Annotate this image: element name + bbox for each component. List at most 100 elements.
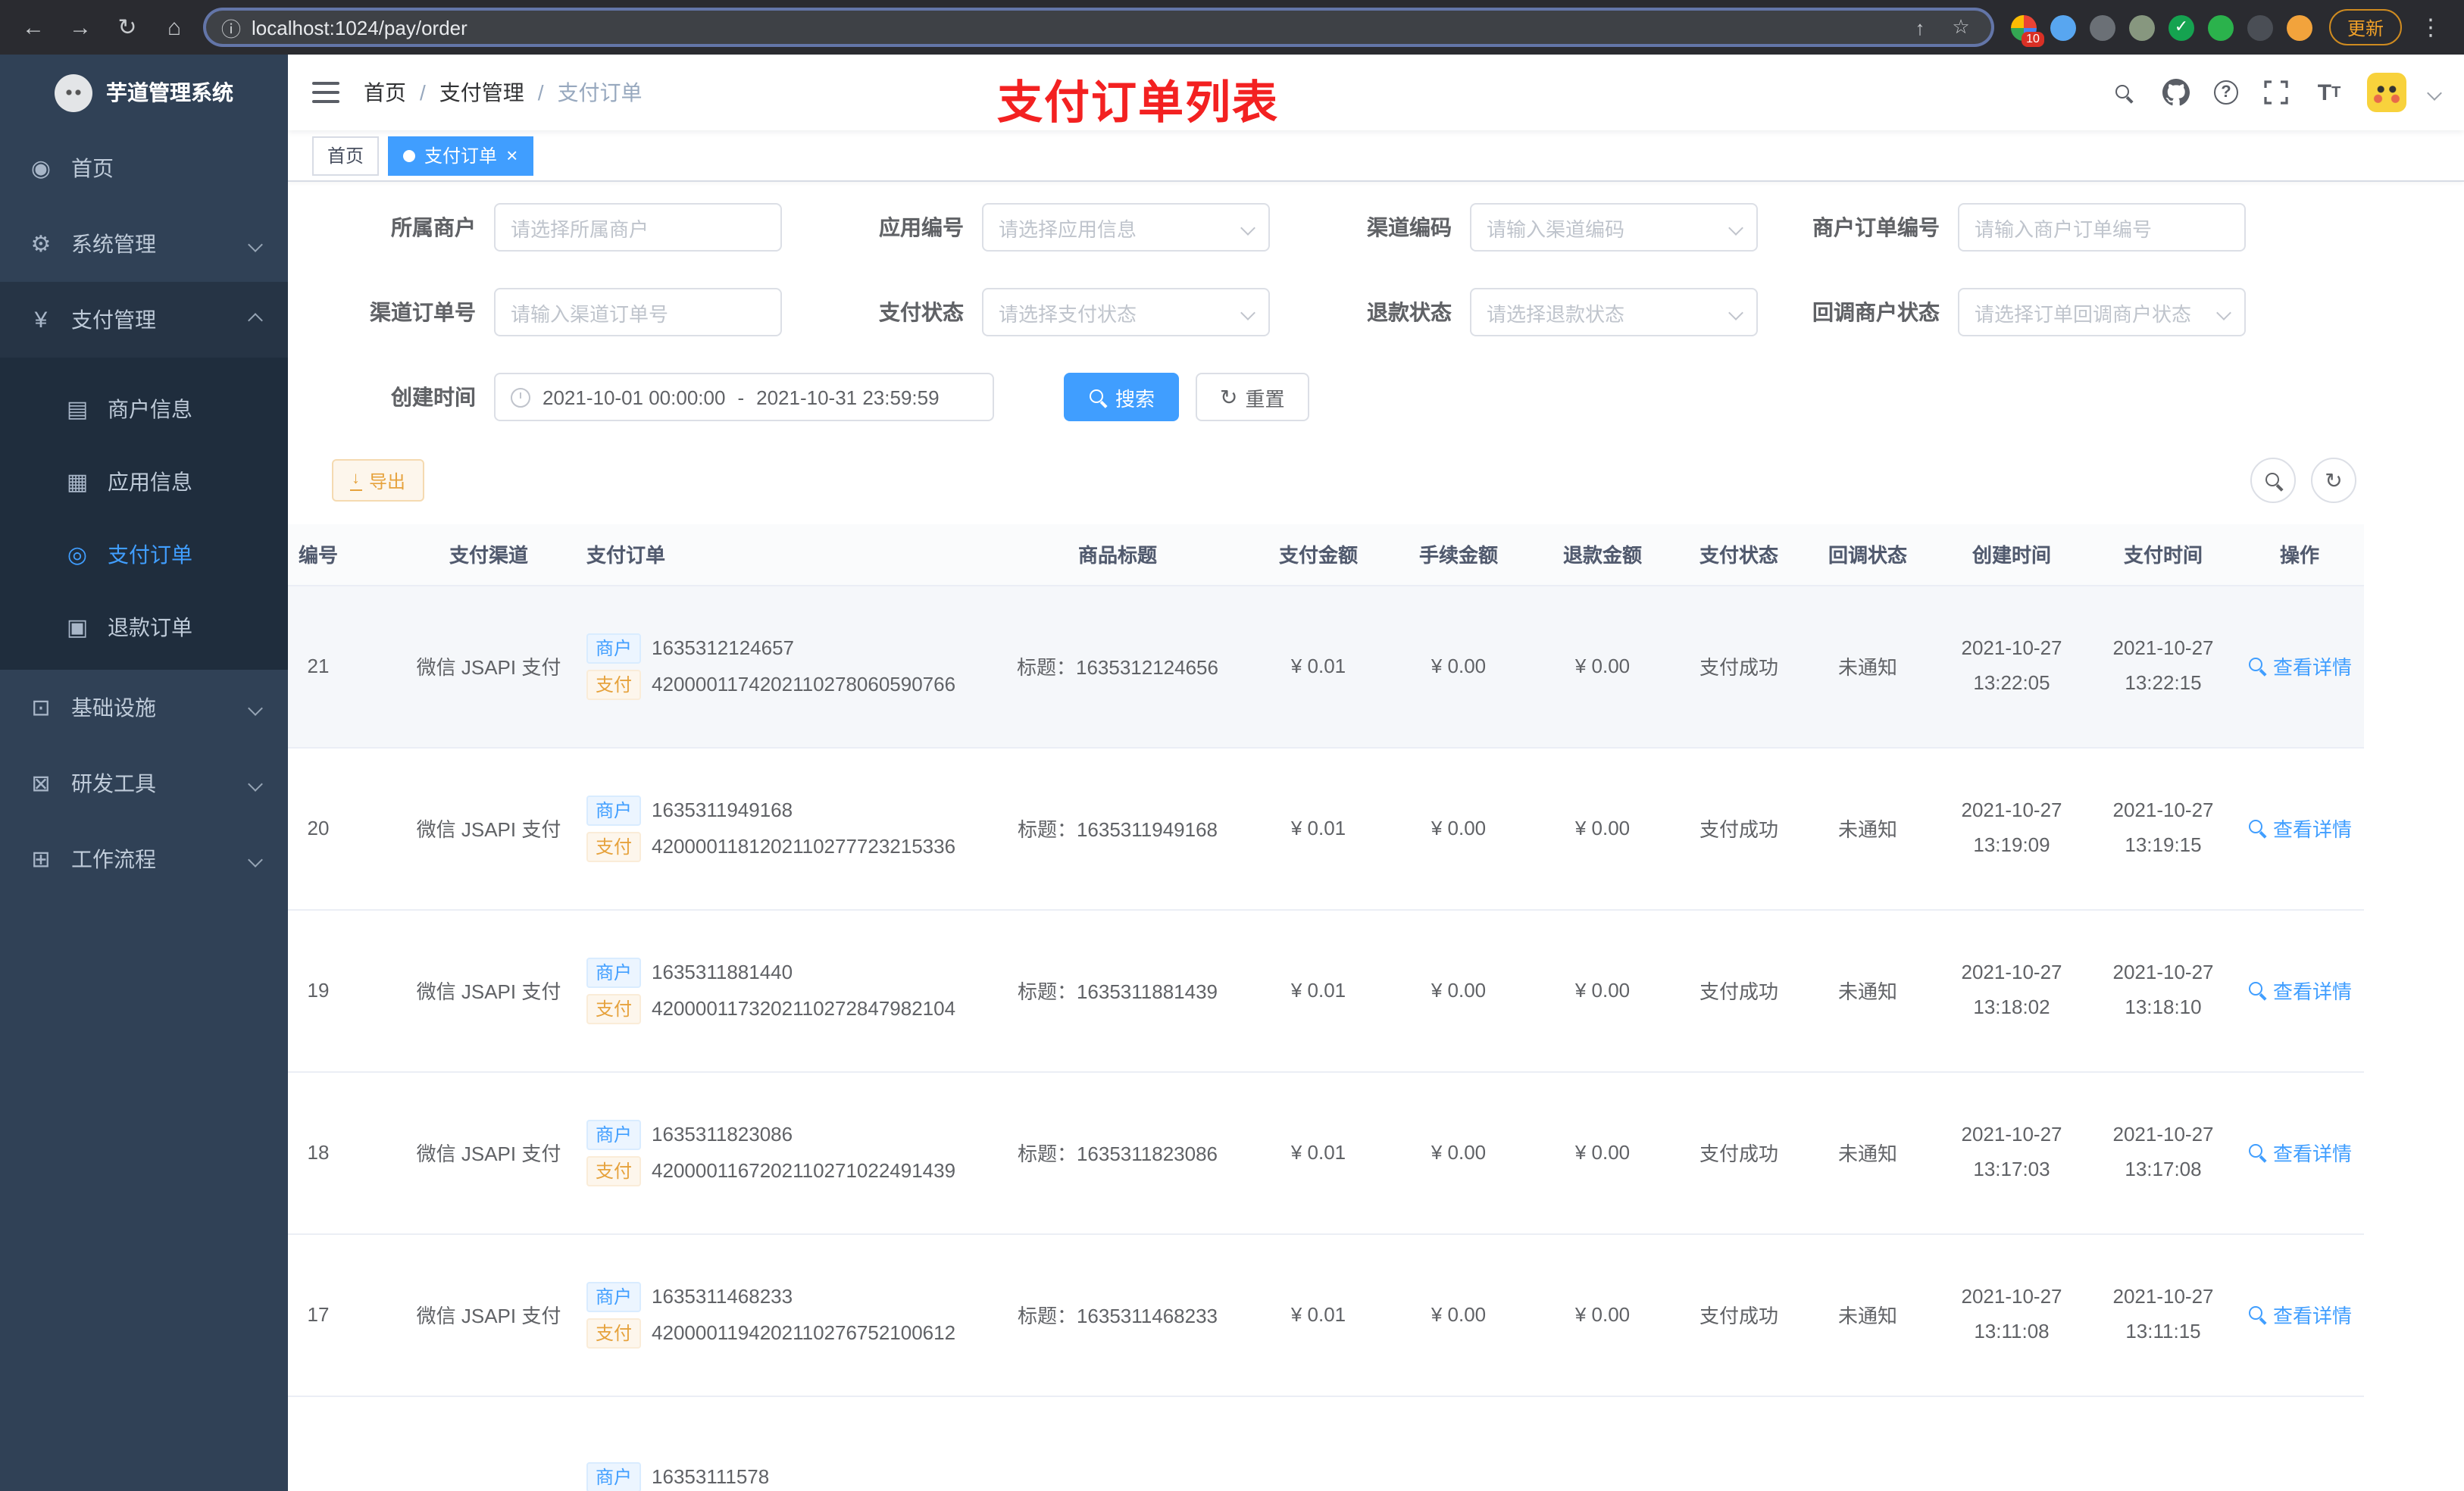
reset-button[interactable]: ↻ 重置 <box>1196 373 1309 421</box>
browser-update-button[interactable]: 更新 <box>2328 9 2402 45</box>
search-icon[interactable] <box>2108 77 2138 108</box>
extension-blue-icon[interactable] <box>2050 14 2076 40</box>
breadcrumb-pay-manage[interactable]: 支付管理 <box>439 77 524 108</box>
tags-view: 首页 支付订单 × <box>288 130 2464 182</box>
reload-button[interactable]: ↻ <box>109 9 145 45</box>
fullscreen-icon[interactable] <box>2261 77 2291 108</box>
merchant-order-no-input[interactable]: 请输入商户订单编号 <box>1958 203 2246 252</box>
refresh-table-button[interactable]: ↻ <box>2311 458 2356 503</box>
view-detail-link[interactable]: 查看详情 <box>2247 976 2352 1005</box>
cell-title <box>985 1396 1250 1491</box>
sidebar-item-infra[interactable]: ⊡ 基础设施 <box>0 670 288 746</box>
pay-status-input[interactable]: 请选择支付状态 <box>982 288 1270 336</box>
app-logo[interactable]: 芋道管理系统 <box>0 55 288 130</box>
view-detail-link[interactable]: 查看详情 <box>2247 814 2352 842</box>
view-detail-link[interactable]: 查看详情 <box>2247 1300 2352 1329</box>
search-button[interactable]: 搜索 <box>1064 373 1180 421</box>
back-button[interactable]: ← <box>15 9 52 45</box>
browser-chrome: ← → ↻ ⌂ ⓘ localhost:1024/pay/order ↑ ☆ 1… <box>0 0 2464 55</box>
extension-face-icon[interactable] <box>2286 14 2312 40</box>
magnifier-icon <box>2247 1305 2267 1324</box>
cell-pay-time: 2021-10-27 13:11:15 <box>2091 1233 2235 1396</box>
help-icon[interactable]: ? <box>2214 80 2238 105</box>
toggle-search-button[interactable] <box>2250 458 2296 503</box>
breadcrumb-home[interactable]: 首页 <box>364 77 406 108</box>
export-button[interactable]: ↓ 导出 <box>332 459 424 502</box>
magnifier-icon <box>2247 980 2267 1000</box>
sidebar-item-pay-order[interactable]: ◎ 支付订单 <box>0 518 288 591</box>
extensions-grid-icon[interactable]: 10 <box>2010 14 2044 46</box>
magnifier-icon <box>2247 818 2267 838</box>
table-row: 19 微信 JSAPI 支付 商户 1635311881440 支付 4200001173… <box>288 909 2364 1072</box>
font-size-icon[interactable]: TT <box>2314 77 2344 108</box>
filter-field: 支付状态 请选择支付状态 <box>800 288 1270 336</box>
extension-sage-icon[interactable] <box>2128 14 2155 40</box>
cell-action: 查看详情 <box>2235 585 2364 748</box>
sidebar-item-home[interactable]: ◉ 首页 <box>0 130 288 206</box>
chevron-down-icon <box>1728 305 1743 320</box>
cell-refund: ¥ 0.00 <box>1531 909 1674 1072</box>
notify-status-input[interactable]: 请选择订单回调商户状态 <box>1958 288 2246 336</box>
filter-label: 所属商户 <box>391 215 476 239</box>
logo-avatar <box>55 73 92 111</box>
hamburger-icon[interactable] <box>312 82 339 103</box>
filter-field: 所属商户 请选择所属商户 <box>312 203 782 252</box>
cell-status: 支付成功 <box>1674 585 1803 748</box>
orders-table: 编号 支付渠道 支付订单 商品标题 支付金额 手续金额 退款金额 支付状态 回调状态 创建时间 支付… <box>288 524 2440 1491</box>
page-title: 支付订单列表 <box>997 79 1279 129</box>
sidebar-item-pay[interactable]: ¥ 支付管理 <box>0 282 288 358</box>
channel-order-no-input[interactable]: 请输入渠道订单号 <box>494 288 782 336</box>
sidebar-item-label: 支付订单 <box>108 542 192 567</box>
cell-amount: ¥ 0.01 <box>1250 585 1387 748</box>
tab-pay-order[interactable]: 支付订单 × <box>388 136 533 175</box>
pay-order-no: 4200001181202110277723215336 <box>652 835 956 858</box>
github-icon[interactable] <box>2161 77 2191 108</box>
pay-tag: 支付 <box>586 1318 642 1348</box>
site-info-icon[interactable]: ⓘ <box>221 13 241 42</box>
sidebar-item-system[interactable]: ⚙ 系统管理 <box>0 206 288 282</box>
chevron-down-icon[interactable] <box>2427 85 2442 100</box>
extension-green-check-icon[interactable]: ✓ <box>2168 14 2194 40</box>
extension-chat-icon[interactable] <box>2207 14 2234 40</box>
date-separator: - <box>737 386 745 408</box>
tab-home[interactable]: 首页 <box>312 136 380 175</box>
view-detail-link[interactable]: 查看详情 <box>2247 652 2352 680</box>
column-header: 支付订单 <box>568 524 985 586</box>
bookmark-star-icon[interactable]: ☆ <box>1946 12 1976 42</box>
view-detail-link[interactable]: 查看详情 <box>2247 1138 2352 1167</box>
sidebar-item-merchant-info[interactable]: ▤ 商户信息 <box>0 373 288 445</box>
column-header: 支付金额 <box>1250 524 1387 586</box>
merchant-order-no: 1635311881440 <box>652 961 793 983</box>
placeholder-text: 请选择订单回调商户状态 <box>1975 302 2192 325</box>
cell-amount <box>1250 1396 1387 1491</box>
merchant-card-icon: ▤ <box>66 397 89 423</box>
sidebar-item-label: 退款订单 <box>108 615 192 639</box>
url-bar[interactable]: ⓘ localhost:1024/pay/order ↑ ☆ <box>203 8 1994 47</box>
create-time-range-input[interactable]: 2021-10-01 00:00:00 - 2021-10-31 23:59:5… <box>494 373 994 421</box>
sidebar-item-app-info[interactable]: ▦ 应用信息 <box>0 445 288 518</box>
breadcrumb: 首页 / 支付管理 / 支付订单 <box>364 77 643 108</box>
browser-menu-icon[interactable]: ⋮ <box>2412 9 2449 45</box>
sidebar-item-label: 应用信息 <box>108 470 192 494</box>
sidebar-item-workflow[interactable]: ⊞ 工作流程 <box>0 821 288 897</box>
share-icon[interactable]: ↑ <box>1905 12 1935 42</box>
cell-action: 查看详情 <box>2235 1233 2364 1396</box>
app-id-input[interactable]: 请选择应用信息 <box>982 203 1270 252</box>
user-avatar[interactable] <box>2367 73 2406 112</box>
merchant-input[interactable]: 请选择所属商户 <box>494 203 782 252</box>
sidebar-item-devtools[interactable]: ⊠ 研发工具 <box>0 746 288 821</box>
column-header: 回调状态 <box>1803 524 1932 586</box>
home-button[interactable]: ⌂ <box>156 9 192 45</box>
forward-button[interactable]: → <box>62 9 98 45</box>
table-body: 21 微信 JSAPI 支付 商户 1635312124657 支付 4200001174… <box>288 585 2364 1491</box>
extension-gray-icon[interactable] <box>2089 14 2115 40</box>
column-header: 创建时间 <box>1932 524 2091 586</box>
filter-row-3: 创建时间 2021-10-01 00:00:00 - 2021-10-31 23… <box>312 373 2440 421</box>
extension-dark-icon[interactable] <box>2247 14 2273 40</box>
channel-code-input[interactable]: 请输入渠道编码 <box>1470 203 1758 252</box>
placeholder-text: 请选择支付状态 <box>999 302 1137 325</box>
sidebar-item-refund-order[interactable]: ▣ 退款订单 <box>0 591 288 664</box>
close-icon[interactable]: × <box>506 145 518 165</box>
refund-status-input[interactable]: 请选择退款状态 <box>1470 288 1758 336</box>
sidebar-item-label: 首页 <box>71 156 114 180</box>
